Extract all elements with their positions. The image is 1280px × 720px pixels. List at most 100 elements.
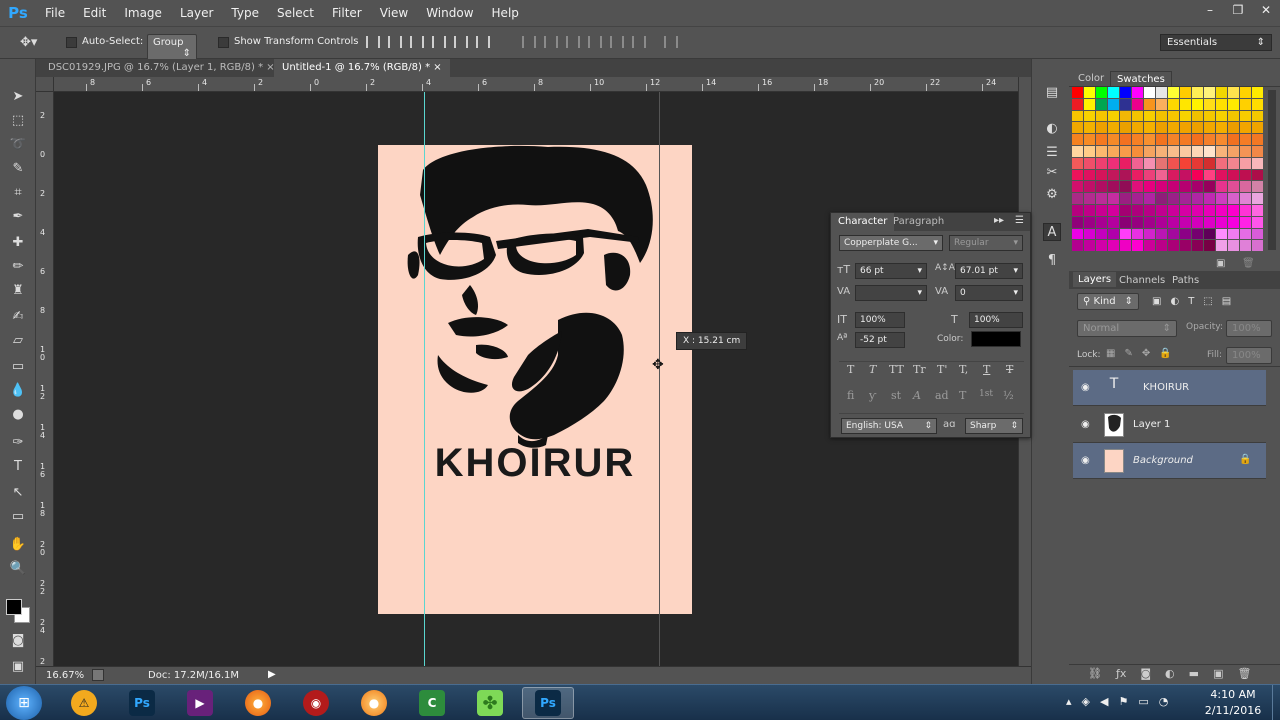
chevron-up-icon[interactable]: ▴ [1066, 695, 1072, 708]
quick-mask-icon[interactable]: ◙ [6, 629, 30, 651]
swatch[interactable] [1156, 122, 1168, 135]
swatch[interactable] [1132, 87, 1144, 99]
swatch[interactable] [1240, 193, 1252, 205]
swatch[interactable] [1084, 110, 1096, 123]
filter-adjustment-icon[interactable]: ◐ [1170, 296, 1179, 307]
ligatures-button[interactable]: fi [847, 389, 854, 402]
swatch[interactable] [1144, 157, 1156, 170]
eye-icon[interactable]: ◉ [1081, 455, 1090, 466]
swatch[interactable] [1096, 204, 1108, 217]
layer-row-khoirur[interactable]: ◉ T KHOIRUR [1073, 370, 1266, 406]
canvas-title-text[interactable]: KHOIRUR [378, 441, 692, 486]
swatch[interactable] [1096, 98, 1108, 111]
taskbar-app-photoshop-pin[interactable]: Ps [116, 687, 168, 719]
leading-field[interactable]: 67.01 pt ▾ [955, 263, 1023, 279]
swatch[interactable] [1192, 169, 1204, 182]
swatch[interactable] [1096, 122, 1108, 135]
swatch[interactable] [1252, 145, 1264, 158]
quick-select-tool-icon[interactable]: ✎ [6, 157, 30, 179]
swatch[interactable] [1204, 240, 1216, 253]
auto-select-dropdown[interactable]: Group ⇕ [147, 34, 197, 62]
swatch[interactable] [1084, 134, 1096, 146]
swatch[interactable] [1204, 181, 1216, 194]
swatch[interactable] [1156, 98, 1168, 111]
marquee-tool-icon[interactable]: ⬚ [6, 109, 30, 131]
swatch[interactable] [1240, 122, 1252, 135]
swatch[interactable] [1108, 240, 1120, 253]
swatch[interactable] [1252, 122, 1264, 135]
swatch[interactable] [1192, 98, 1204, 111]
swatch[interactable] [1096, 240, 1108, 253]
swatch[interactable] [1132, 216, 1144, 229]
swatch[interactable] [1156, 110, 1168, 123]
swatch[interactable] [1240, 216, 1252, 229]
menu-edit[interactable]: Edit [74, 0, 115, 26]
swatch[interactable] [1072, 110, 1084, 123]
swatch[interactable] [1252, 169, 1264, 182]
swatch[interactable] [1228, 134, 1240, 146]
swatch[interactable] [1216, 204, 1228, 217]
network-tray-icon[interactable]: ◈ [1082, 695, 1090, 708]
tab-channels[interactable]: Channels [1119, 275, 1165, 286]
swash-button[interactable]: A [913, 389, 921, 402]
zoom-level[interactable]: 16.67% [46, 670, 84, 681]
titling-alternates-button[interactable]: T [959, 389, 966, 402]
swatch[interactable] [1132, 169, 1144, 182]
swatch[interactable] [1144, 98, 1156, 111]
filter-pixel-icon[interactable]: ▣ [1152, 296, 1161, 307]
fill-field[interactable]: 100% [1226, 347, 1272, 364]
swatch[interactable] [1192, 122, 1204, 135]
fx-icon[interactable]: ƒx [1116, 667, 1126, 680]
swatch[interactable] [1072, 193, 1084, 205]
swatch[interactable] [1096, 193, 1108, 205]
swatch[interactable] [1192, 228, 1204, 241]
underline-button[interactable]: T [983, 363, 990, 376]
swatch[interactable] [1072, 157, 1084, 170]
clock-time[interactable]: 4:10 AM [1206, 688, 1260, 701]
swatch[interactable] [1132, 98, 1144, 111]
doc-info-icon[interactable] [92, 669, 104, 681]
new-layer-icon[interactable]: ▣ [1213, 667, 1223, 680]
swatch[interactable] [1072, 98, 1084, 111]
move-tool-icon[interactable]: ➤ [6, 85, 30, 107]
swatch[interactable] [1204, 157, 1216, 170]
workspace-dropdown[interactable]: Essentials ⇕ [1160, 34, 1272, 51]
lasso-tool-icon[interactable]: ➰ [6, 133, 30, 155]
swatch[interactable] [1204, 228, 1216, 241]
crop-tool-icon[interactable]: ⌗ [6, 181, 30, 203]
filter-smart-icon[interactable]: ▤ [1222, 296, 1231, 307]
swatch[interactable] [1120, 169, 1132, 182]
swatch[interactable] [1204, 216, 1216, 229]
swatch[interactable] [1156, 204, 1168, 217]
swatch[interactable] [1120, 204, 1132, 217]
hand-tool-icon[interactable]: ✋ [6, 533, 30, 555]
taskbar-app-camtasia[interactable]: C [406, 687, 458, 719]
swatch[interactable] [1228, 145, 1240, 158]
swatch[interactable] [1216, 240, 1228, 253]
swatch[interactable] [1216, 122, 1228, 135]
swatch[interactable] [1156, 240, 1168, 253]
swatch[interactable] [1252, 87, 1264, 99]
swatch[interactable] [1192, 204, 1204, 217]
swatch[interactable] [1120, 157, 1132, 170]
swatch[interactable] [1192, 87, 1204, 99]
swatch[interactable] [1180, 228, 1192, 241]
swatch[interactable] [1228, 240, 1240, 253]
swatch[interactable] [1192, 145, 1204, 158]
swatch[interactable] [1132, 134, 1144, 146]
swatch[interactable] [1072, 134, 1084, 146]
restore-button[interactable]: ❐ [1224, 0, 1252, 20]
swatch[interactable] [1168, 193, 1180, 205]
swatch[interactable] [1072, 228, 1084, 241]
swatch[interactable] [1096, 134, 1108, 146]
swatch[interactable] [1072, 122, 1084, 135]
swatch[interactable] [1204, 134, 1216, 146]
swatch[interactable] [1240, 204, 1252, 217]
discretionary-ligatures-button[interactable]: st [891, 389, 901, 402]
adjustments-icon[interactable]: ◐ [1043, 119, 1061, 137]
taskbar-app-photoshop-active[interactable]: Ps [522, 687, 574, 719]
taskbar-app-avast[interactable]: ⚠ [58, 687, 110, 719]
opacity-field[interactable]: 100% [1226, 320, 1272, 337]
swatch[interactable] [1192, 110, 1204, 123]
menu-image[interactable]: Image [115, 0, 171, 26]
